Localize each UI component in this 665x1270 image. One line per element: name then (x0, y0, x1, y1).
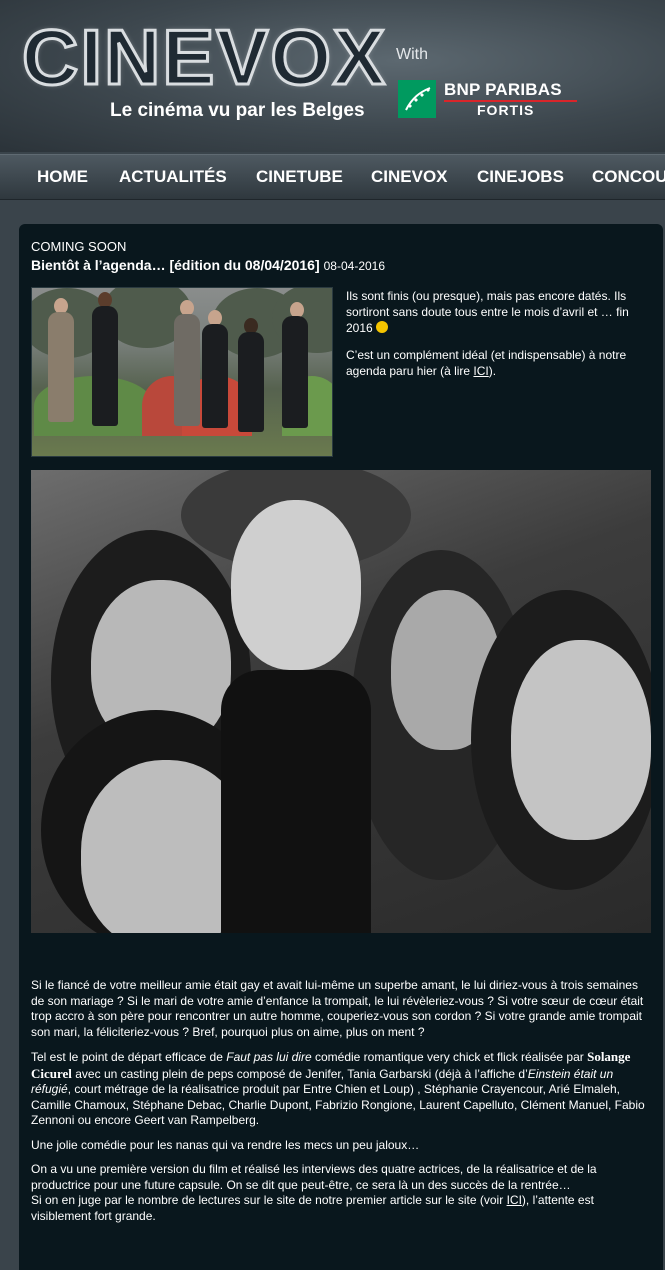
body-paragraph: On a vu une première version du film et … (31, 1162, 597, 1223)
actresses-selfie-photo (31, 470, 651, 933)
cinevox-logo[interactable]: CINEVOX (21, 13, 387, 102)
first-article-link[interactable]: ICI (507, 1193, 522, 1207)
article-category[interactable]: COMING SOON (31, 239, 126, 254)
intro-paragraph: Ils sont finis (ou presque), mais pas en… (346, 289, 629, 335)
nav-item-actualites[interactable]: ACTUALITÉS (119, 155, 227, 199)
sponsor-prefix: With (396, 46, 428, 63)
article-intro: Ils sont finis (ou presque), mais pas en… (346, 288, 651, 390)
nav-item-concours[interactable]: CONCOU (592, 155, 665, 199)
nav-item-cinetube[interactable]: CINETUBE (256, 155, 343, 199)
agenda-link[interactable]: ICI (473, 364, 488, 378)
body-paragraph: Tel est le point de départ efficace de F… (31, 1049, 645, 1127)
smiley-icon (375, 321, 388, 333)
article-date: 08-04-2016 (323, 259, 386, 273)
article-panel: COMING SOON Bientôt à l’agenda… [édition… (19, 224, 663, 1270)
main-nav: HOME ACTUALITÉS CINETUBE CINEVOX CINEJOB… (0, 154, 665, 200)
article-title[interactable]: Bientôt à l’agenda… [édition du 08/04/20… (31, 257, 385, 273)
nav-item-home[interactable]: HOME (37, 155, 88, 199)
sponsor-subname: FORTIS (477, 102, 535, 118)
body-paragraph: Une jolie comédie pour les nanas qui va … (31, 1137, 420, 1152)
nav-item-cinejobs[interactable]: CINEJOBS (477, 155, 564, 199)
cast-outdoor-photo (31, 287, 333, 457)
film-title: Faut pas lui dire (226, 1050, 312, 1064)
intro-paragraph: C’est un complément idéal (et indispensa… (346, 348, 627, 378)
nav-item-cinevox[interactable]: CINEVOX (371, 155, 448, 199)
site-tagline: Le cinéma vu par les Belges (110, 100, 365, 121)
article-body: Si le fiancé de votre meilleur amie étai… (31, 978, 653, 1233)
site-header: CINEVOX Le cinéma vu par les Belges With… (0, 0, 665, 152)
body-paragraph: Si le fiancé de votre meilleur amie étai… (31, 978, 644, 1039)
article-title-text[interactable]: Bientôt à l’agenda… [édition du 08/04/20… (31, 257, 320, 273)
bnp-stars-logo-icon[interactable] (398, 80, 436, 118)
sponsor-name: BNP PARIBAS (444, 80, 562, 99)
sponsor-logo[interactable]: BNP PARIBAS FORTIS (444, 80, 579, 118)
